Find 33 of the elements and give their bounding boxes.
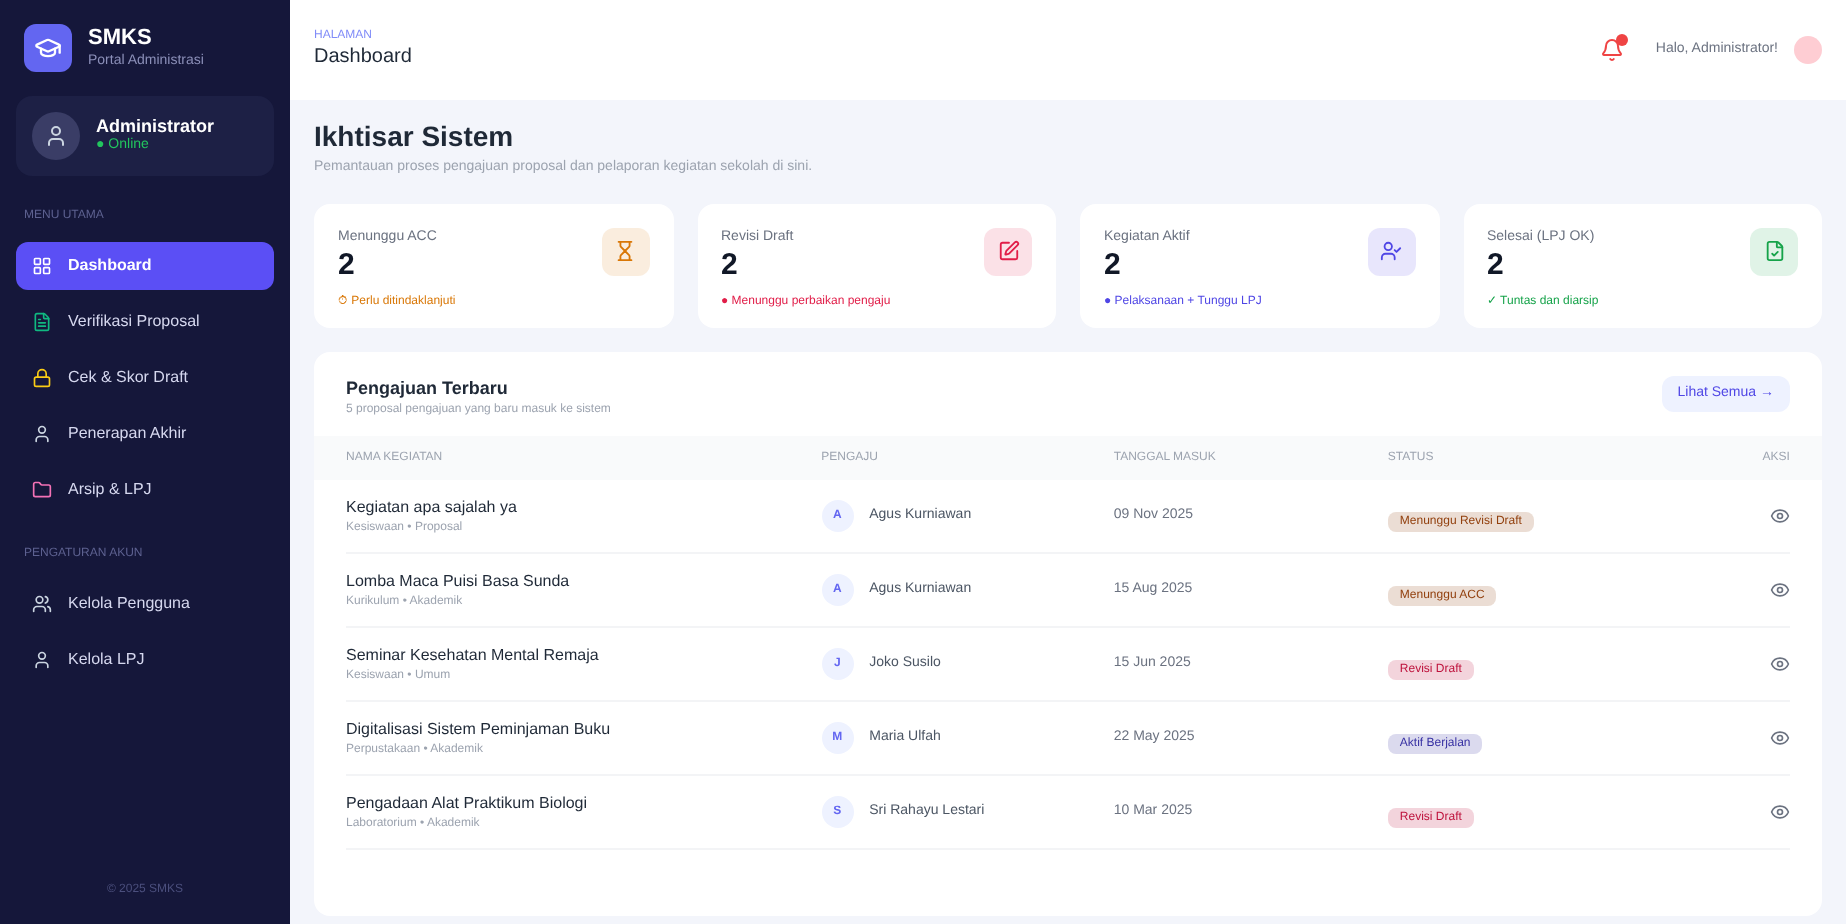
- activity-name: Kegiatan apa sajalah ya: [346, 495, 519, 519]
- nav-item[interactable]: Kelola LPJ: [16, 636, 274, 684]
- stat-value: 2: [721, 248, 740, 286]
- activity-name: Digitalisasi Sistem Peminjaman Buku: [346, 717, 613, 741]
- panel-title: Pengajuan Terbaru: [346, 375, 510, 402]
- user-check-icon: [1367, 227, 1415, 275]
- activity-name: Pengadaan Alat Praktikum Biologi: [346, 791, 590, 815]
- nav-item[interactable]: Cek & Skor Draft: [16, 354, 274, 402]
- activity-name: Seminar Kesehatan Mental Remaja: [346, 643, 601, 667]
- view-icon[interactable]: [1769, 580, 1790, 600]
- avatar-icon: [32, 112, 80, 160]
- logo-icon: [24, 24, 72, 72]
- view-icon[interactable]: [1769, 728, 1790, 748]
- activity-name: Lomba Maca Puisi Basa Sunda: [346, 569, 572, 593]
- hourglass-icon: [601, 227, 649, 275]
- stat-value: 2: [338, 248, 357, 286]
- nav-item[interactable]: Arsip & LPJ: [16, 466, 274, 514]
- brand-name: SMKS: [88, 25, 154, 53]
- view-icon[interactable]: [1769, 654, 1790, 674]
- stat-value: 2: [1104, 248, 1123, 286]
- nav-item[interactable]: Verifikasi Proposal: [16, 298, 274, 346]
- file-check-icon: [1750, 227, 1798, 275]
- nav-item[interactable]: Dashboard: [16, 242, 274, 290]
- notification-icon[interactable]: [1599, 38, 1624, 62]
- page-title: Dashboard: [314, 45, 412, 70]
- nav-item[interactable]: Penerapan Akhir: [16, 410, 274, 458]
- user-name: Administrator: [96, 116, 215, 137]
- view-icon[interactable]: [1769, 506, 1790, 526]
- stat-value: 2: [1487, 248, 1506, 286]
- edit-icon: [984, 227, 1032, 275]
- nav-item[interactable]: Kelola Pengguna: [16, 580, 274, 628]
- view-icon[interactable]: [1769, 802, 1790, 822]
- section-heading: Ikhtisar Sistem: [314, 118, 516, 156]
